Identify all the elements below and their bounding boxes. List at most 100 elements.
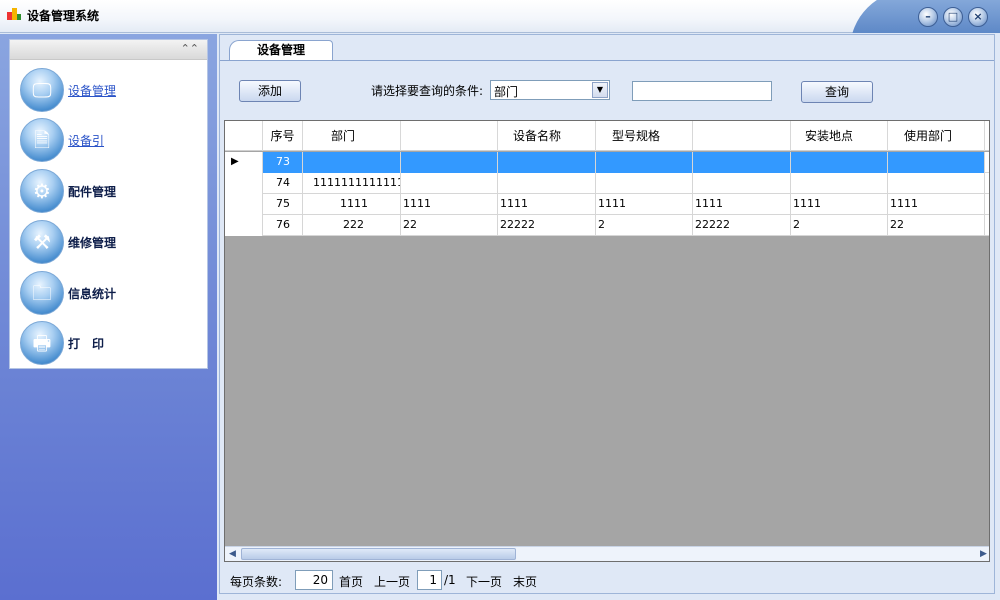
nav-item-parts-management[interactable]: ⚙ 配件管理 — [20, 169, 205, 215]
cell-department[interactable]: 1111 — [303, 194, 401, 215]
nav-item-label[interactable]: 配件管理 — [68, 183, 116, 200]
table-row[interactable]: 74 1111111111111 — [225, 173, 989, 194]
table-row[interactable]: ▶ 73 — [225, 152, 989, 173]
cell[interactable]: 1111 — [401, 194, 498, 215]
cell-no[interactable]: 75 — [263, 194, 303, 215]
folder-icon: 🗀 — [20, 271, 64, 315]
cell[interactable] — [498, 152, 596, 173]
table-row[interactable]: 76 222 22 22222 2 22222 2 22 — [225, 215, 989, 236]
nav-item-equipment-management[interactable]: 🖵 设备管理 — [20, 68, 205, 114]
column-header-department[interactable]: 部门 — [303, 121, 401, 151]
cell-no[interactable]: 76 — [263, 215, 303, 236]
cell[interactable]: 2 — [791, 215, 888, 236]
cell[interactable]: 1111 — [498, 194, 596, 215]
tab-divider — [220, 60, 994, 61]
cell[interactable] — [596, 173, 693, 194]
nav-item-repair-management[interactable]: ⚒ 维修管理 — [20, 220, 205, 266]
prev-page-link[interactable]: 上一页 — [374, 573, 410, 590]
add-button[interactable]: 添加 — [239, 80, 301, 102]
gear-icon: ⚙ — [20, 169, 64, 213]
cell[interactable]: 1111 — [791, 194, 888, 215]
maximize-button[interactable]: □ — [943, 7, 963, 27]
column-header-no[interactable]: 序号 — [263, 121, 303, 151]
last-page-link[interactable]: 末页 — [513, 573, 537, 590]
cell[interactable] — [401, 152, 498, 173]
grid-header: 序号 部门 设备名称 型号规格 安装地点 使用部门 — [225, 121, 989, 151]
cell[interactable] — [888, 152, 985, 173]
cell[interactable] — [693, 152, 791, 173]
printer-icon: 🖶 — [20, 321, 64, 365]
nav-item-label[interactable]: 打 印 — [68, 335, 104, 352]
nav-item-statistics[interactable]: 🗀 信息统计 — [20, 271, 205, 317]
cell-department[interactable] — [303, 152, 401, 173]
next-page-link[interactable]: 下一页 — [466, 573, 502, 590]
pagination-bar: 每页条数: 20 首页 上一页 1 /1 下一页 末页 — [224, 568, 990, 592]
nav-item-label[interactable]: 信息统计 — [68, 285, 116, 302]
cell[interactable] — [498, 173, 596, 194]
filter-select-value: 部门 — [494, 85, 519, 99]
cell[interactable]: 22222 — [693, 215, 791, 236]
cell[interactable]: 1111 — [693, 194, 791, 215]
horizontal-scrollbar[interactable]: ◀ ▶ — [225, 546, 989, 561]
current-page-input[interactable]: 1 — [417, 570, 442, 590]
scroll-right-icon[interactable]: ▶ — [977, 548, 989, 560]
tab-equipment-management[interactable]: 设备管理 — [229, 40, 333, 60]
search-input[interactable] — [632, 81, 772, 101]
query-toolbar: 添加 请选择要查询的条件: 部门 ▼ 查询 — [223, 63, 989, 117]
page-size-label: 每页条数: — [230, 575, 283, 589]
cell[interactable] — [888, 173, 985, 194]
column-header-model[interactable]: 型号规格 — [596, 121, 693, 151]
scrollbar-thumb[interactable] — [241, 548, 516, 560]
cell[interactable]: 22222 — [498, 215, 596, 236]
filter-select[interactable]: 部门 ▼ — [490, 80, 610, 100]
row-selector[interactable] — [225, 173, 263, 194]
cell[interactable] — [791, 152, 888, 173]
cell[interactable] — [693, 173, 791, 194]
column-header-location[interactable]: 安装地点 — [791, 121, 888, 151]
query-button[interactable]: 查询 — [801, 81, 873, 103]
total-pages: /1 — [444, 573, 456, 587]
cell[interactable]: 1111 — [888, 194, 985, 215]
cell[interactable] — [791, 173, 888, 194]
filter-label: 请选择要查询的条件: — [371, 84, 484, 98]
cell[interactable] — [596, 152, 693, 173]
close-button[interactable]: × — [968, 7, 988, 27]
column-header-using-department[interactable]: 使用部门 — [888, 121, 985, 151]
nav-item-equipment-index[interactable]: 🗎 设备引 — [20, 118, 205, 164]
row-selector-arrow-icon[interactable]: ▶ — [225, 152, 263, 173]
row-header-corner — [225, 121, 263, 151]
nav-item-print[interactable]: 🖶 打 印 — [20, 321, 205, 367]
main-panel: 设备管理 添加 请选择要查询的条件: 部门 ▼ 查询 序号 部门 设备名称 型号… — [219, 34, 995, 594]
nav-item-label[interactable]: 设备管理 — [68, 82, 116, 99]
nav-item-label[interactable]: 设备引 — [68, 132, 104, 149]
minimize-button[interactable]: – — [918, 7, 938, 27]
cell[interactable]: 22 — [401, 215, 498, 236]
cell[interactable]: 22 — [888, 215, 985, 236]
cell[interactable] — [401, 173, 498, 194]
first-page-link[interactable]: 首页 — [339, 573, 363, 590]
column-header-equipment-name[interactable]: 设备名称 — [498, 121, 596, 151]
column-header-blank-2[interactable] — [693, 121, 791, 151]
row-selector[interactable] — [225, 215, 263, 236]
data-grid[interactable]: 序号 部门 设备名称 型号规格 安装地点 使用部门 ▶ 73 74 111111… — [224, 120, 990, 562]
cell[interactable]: 1111 — [596, 194, 693, 215]
tools-icon: ⚒ — [20, 220, 64, 264]
page-size-input[interactable]: 20 — [295, 570, 333, 590]
app-icon — [7, 8, 21, 20]
scroll-left-icon[interactable]: ◀ — [226, 548, 239, 560]
cell-department[interactable]: 222 — [303, 215, 401, 236]
cell-no[interactable]: 74 — [263, 173, 303, 194]
row-selector[interactable] — [225, 194, 263, 215]
nav-item-label[interactable]: 维修管理 — [68, 234, 116, 251]
table-row[interactable]: 75 1111 1111 1111 1111 1111 1111 1111 — [225, 194, 989, 215]
chevron-down-icon[interactable]: ▼ — [592, 82, 608, 98]
window-title: 设备管理系统 — [27, 9, 100, 23]
nav-menu: ⌃⌃ 🖵 设备管理 🗎 设备引 ⚙ 配件管理 ⚒ 维修管理 🗀 信息统计 🖶 打… — [9, 39, 208, 369]
column-header-blank-1[interactable] — [401, 121, 498, 151]
chevron-double-up-icon[interactable]: ⌃⌃ — [181, 42, 199, 55]
cell-no[interactable]: 73 — [263, 152, 303, 173]
monitor-icon: 🖵 — [20, 68, 64, 112]
title-bar: 设备管理系统 – □ × — [0, 0, 1000, 33]
cell[interactable]: 2 — [596, 215, 693, 236]
cell-department[interactable]: 1111111111111 — [303, 173, 401, 194]
